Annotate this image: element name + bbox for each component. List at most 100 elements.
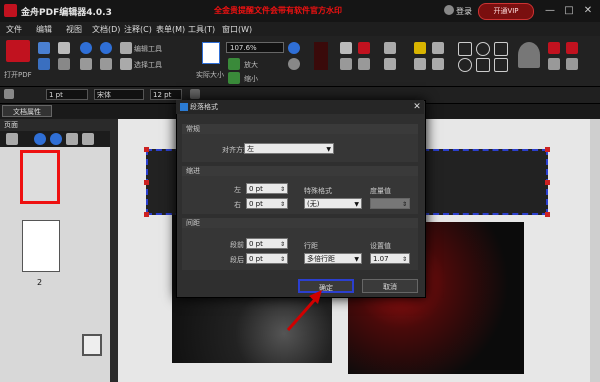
line-width-select[interactable]: 1 pt — [46, 89, 88, 100]
resize-handle[interactable] — [144, 147, 149, 152]
link-icon[interactable] — [340, 58, 352, 70]
thumbnail-options-icon[interactable] — [6, 133, 18, 145]
dialog-close-button[interactable]: ✕ — [410, 100, 424, 114]
resize-handle[interactable] — [144, 180, 149, 185]
undo-icon[interactable] — [80, 42, 92, 54]
thumbnail-zoom-out-icon[interactable] — [34, 133, 46, 145]
resize-handle[interactable] — [545, 147, 550, 152]
ok-button[interactable]: 确定 — [298, 279, 354, 293]
arrow-tool-icon[interactable] — [566, 58, 578, 70]
zoom-out-icon[interactable] — [228, 72, 240, 84]
resize-handle[interactable] — [545, 180, 550, 185]
typewriter-icon[interactable] — [432, 42, 444, 54]
zoom-out-label[interactable]: 缩小 — [244, 74, 258, 84]
cut-icon[interactable] — [80, 58, 92, 70]
maximize-button[interactable]: □ — [561, 3, 577, 18]
cloud-icon[interactable] — [476, 58, 490, 72]
user-profile-icon[interactable] — [518, 42, 540, 68]
alignment-select[interactable]: 左 ▼ — [244, 143, 334, 154]
user-icon[interactable] — [444, 5, 454, 15]
polygon-icon[interactable] — [494, 42, 508, 56]
indent-left-spinner[interactable]: 0 pt ⇕ — [246, 183, 288, 194]
zoom-in-label[interactable]: 放大 — [244, 60, 258, 70]
special-format-select[interactable]: (无) ▼ — [304, 198, 362, 209]
text-tool-icon[interactable] — [340, 42, 352, 54]
cancel-button[interactable]: 取消 — [362, 279, 418, 293]
minimize-button[interactable]: — — [542, 3, 558, 18]
edit-tool-label[interactable]: 编辑工具 — [134, 44, 162, 54]
spinner-arrows-icon: ⇕ — [401, 256, 407, 263]
select-tool-icon[interactable] — [120, 58, 132, 70]
email-icon[interactable] — [58, 42, 70, 54]
space-after-spinner[interactable]: 0 pt ⇕ — [246, 253, 288, 264]
copy-icon[interactable] — [100, 58, 112, 70]
hand-tool-icon[interactable] — [120, 42, 132, 54]
line-color-icon[interactable] — [4, 89, 14, 99]
note-icon[interactable] — [414, 42, 426, 54]
dialog-title: 段落格式 — [176, 100, 424, 114]
menu-window[interactable]: 窗口(W) — [222, 24, 252, 35]
stamp-icon[interactable] — [358, 58, 370, 70]
select-tool-label[interactable]: 选择工具 — [134, 60, 162, 70]
highlight-icon[interactable] — [314, 42, 328, 70]
menu-bar — [0, 22, 600, 36]
dialog-app-icon — [180, 103, 188, 111]
actual-size-icon[interactable] — [202, 42, 220, 64]
vertical-scrollbar[interactable] — [590, 119, 600, 382]
menu-tools[interactable]: 工具(T) — [188, 24, 215, 35]
open-pdf-label[interactable]: 打开PDF — [4, 70, 32, 80]
textbox-icon[interactable] — [432, 58, 444, 70]
resize-handle[interactable] — [144, 212, 149, 217]
redo-icon[interactable] — [100, 42, 112, 54]
font-family-select[interactable]: 宋体 — [94, 89, 144, 100]
rotate-icon[interactable] — [288, 58, 300, 70]
actual-size-label[interactable]: 实际大小 — [196, 70, 224, 80]
spinner-arrows-icon: ⇕ — [279, 186, 285, 193]
print-icon[interactable] — [38, 58, 50, 70]
menu-file[interactable]: 文件 — [6, 24, 22, 35]
delete-icon[interactable] — [566, 42, 578, 54]
zoom-in-icon[interactable] — [228, 58, 240, 70]
panel-splitter[interactable] — [110, 119, 118, 382]
close-button[interactable]: ✕ — [580, 3, 596, 18]
page-thumbnail-1[interactable] — [20, 150, 60, 204]
fit-page-icon[interactable] — [288, 42, 300, 54]
space-before-spinner[interactable]: 0 pt ⇕ — [246, 238, 288, 249]
callout-icon[interactable] — [414, 58, 426, 70]
zoom-select[interactable]: 107.6% — [226, 42, 284, 53]
scan-icon[interactable] — [58, 58, 70, 70]
line-spacing-select[interactable]: 多倍行距 ▼ — [304, 253, 362, 264]
ellipse-icon[interactable] — [476, 42, 490, 56]
thumbnail-zoom-in-icon[interactable] — [50, 133, 62, 145]
menu-form[interactable]: 表单(M) — [156, 24, 185, 35]
menu-edit[interactable]: 编辑 — [36, 24, 52, 35]
measure-icon[interactable] — [548, 58, 560, 70]
signature-icon[interactable] — [548, 42, 560, 54]
copy-pages-icon[interactable] — [82, 334, 102, 356]
space-before-value: 0 pt — [249, 240, 263, 248]
login-link[interactable]: 登录 — [456, 6, 472, 17]
save-icon[interactable] — [38, 42, 50, 54]
indent-right-spinner[interactable]: 0 pt ⇕ — [246, 198, 288, 209]
bold-icon[interactable] — [190, 89, 200, 99]
thumbnail-delete-icon[interactable] — [82, 133, 94, 145]
setting-value-spinner[interactable]: 1.07 ⇕ — [370, 253, 410, 264]
special-format-value: (无) — [307, 200, 320, 208]
rectangle-icon[interactable] — [458, 42, 472, 56]
resize-handle[interactable] — [545, 212, 550, 217]
vip-button[interactable]: 开通VIP — [478, 3, 534, 20]
space-before-label: 段前 — [230, 241, 244, 249]
menu-document[interactable]: 文档(D) — [92, 24, 120, 35]
font-size-select[interactable]: 12 pt — [150, 89, 182, 100]
pen-icon[interactable] — [358, 42, 370, 54]
crop-icon[interactable] — [384, 58, 396, 70]
thumbnail-insert-icon[interactable] — [66, 133, 78, 145]
circle-icon[interactable] — [458, 58, 472, 72]
image-icon[interactable] — [384, 42, 396, 54]
menu-view[interactable]: 视图 — [66, 24, 82, 35]
line-icon[interactable] — [494, 58, 508, 72]
tab-document[interactable]: 文档属性 — [2, 105, 52, 117]
open-folder-icon[interactable] — [6, 40, 30, 62]
menu-comment[interactable]: 注释(C) — [124, 24, 152, 35]
page-thumbnail-2[interactable] — [22, 220, 60, 272]
